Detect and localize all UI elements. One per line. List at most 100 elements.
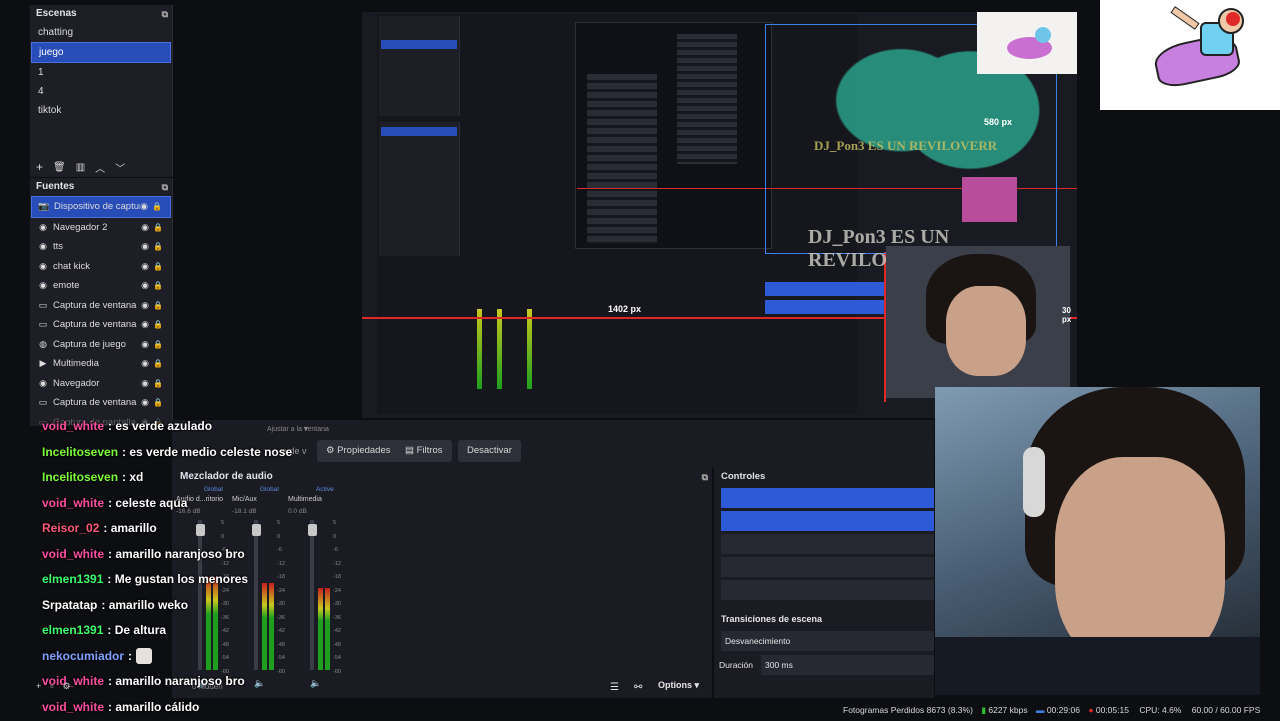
scene-item[interactable]: 1: [31, 63, 171, 82]
add-icon[interactable]: +: [36, 681, 50, 691]
source-item[interactable]: ◉ emote ◉ 🔒: [31, 276, 171, 296]
chat-text: : es verde medio celeste nose: [122, 444, 293, 459]
source-item[interactable]: ▭ Captura de ventana 2 ◉ 🔒: [31, 315, 171, 335]
chat-message: void_white: amarillo cálido: [42, 695, 382, 721]
eye-icon[interactable]: ◉: [141, 280, 149, 291]
chat-message: void_white: amarillo naranjoso bro: [42, 669, 382, 695]
headset: [1023, 447, 1045, 517]
disable-button[interactable]: Desactivar: [458, 440, 521, 462]
lock-icon[interactable]: 🔒: [153, 281, 163, 290]
chat-message: elmen1391: Me gustan los menores: [42, 567, 382, 593]
trash-icon[interactable]: ▫: [50, 681, 62, 691]
source-item[interactable]: 📷 Dispositivo de captur ◉ 🔒: [31, 196, 171, 218]
lock-icon[interactable]: 🔒: [152, 202, 162, 211]
undock-icon[interactable]: ⧉: [162, 5, 168, 23]
eye-icon[interactable]: ◉: [141, 319, 149, 330]
source-label: Navegador: [53, 377, 100, 389]
eye-icon[interactable]: ◉: [141, 300, 149, 311]
source-item[interactable]: ▭ Captura de ventana 3 ◉ 🔒: [31, 296, 171, 316]
source-item[interactable]: ◉ Navegador ◉ 🔒: [31, 374, 171, 394]
source-item[interactable]: ▶ Multimedia ◉ 🔒: [31, 354, 171, 374]
scene-item[interactable]: tiktok: [31, 101, 171, 120]
signal-icon: ▮: [981, 705, 986, 715]
options-button[interactable]: Options ▾: [658, 680, 699, 691]
source-label: tts: [53, 241, 64, 253]
chat-text: : amarillo weko: [101, 597, 189, 612]
transition-select[interactable]: Desvanecimiento: [721, 631, 934, 651]
preview-canvas[interactable]: 1402 px 580 px DJ_Pon3 ES UN REVILOVERR …: [362, 12, 1077, 418]
scene-item[interactable]: juego: [31, 42, 171, 63]
chat-message: void_white: celeste aqua: [42, 491, 382, 517]
lock-icon[interactable]: 🔒: [153, 262, 163, 271]
eye-icon[interactable]: ◉: [141, 222, 149, 233]
lock-icon[interactable]: 🔒: [153, 223, 163, 232]
source-item[interactable]: ◉ tts ◉ 🔒: [31, 237, 171, 257]
eye-icon[interactable]: ◉: [141, 241, 149, 252]
stream-time: 00:29:06: [1046, 705, 1080, 715]
px-label-1: 1402 px: [608, 304, 642, 314]
source-item[interactable]: ◉ Navegador 2 ◉ 🔒: [31, 218, 171, 238]
source-label: Multimedia: [53, 358, 99, 370]
chat-message: void_white: es verde azulado: [42, 414, 382, 440]
transitions-title: Transiciones de escena: [721, 614, 823, 624]
globe-icon: ◉: [39, 241, 47, 252]
lock-icon[interactable]: 🔒: [153, 340, 163, 349]
chat-message: void_white: amarillo naranjoso bro: [42, 542, 382, 568]
link-icon[interactable]: ⚯: [634, 682, 642, 693]
eye-icon[interactable]: ◉: [141, 261, 149, 272]
eye-icon[interactable]: ◉: [140, 201, 148, 212]
virtual-camera-button[interactable]: [721, 534, 934, 554]
globe-icon: ◉: [39, 377, 47, 388]
source-item[interactable]: ◉ chat kick ◉ 🔒: [31, 257, 171, 277]
chat-text: : De altura: [107, 623, 167, 637]
chat-username: Reisor_02: [42, 521, 100, 535]
lock-icon[interactable]: 🔒: [153, 359, 163, 368]
chat-text: : celeste aqua: [108, 495, 188, 510]
px-label-2: 580 px: [984, 117, 1013, 127]
chat-text: :: [128, 648, 133, 663]
studio-mode-button[interactable]: [721, 557, 934, 577]
eye-icon[interactable]: ◉: [141, 378, 149, 389]
chat-username: void_white: [42, 419, 105, 433]
move-down-icon[interactable]: ﹀: [115, 160, 125, 175]
chat-message: Reisor_02: amarillo: [42, 516, 382, 542]
scene-list: chatting juego 1 4 tiktok: [30, 23, 172, 120]
add-scene-icon[interactable]: +: [36, 160, 43, 174]
filters-button[interactable]: ▤ Filtros: [396, 440, 452, 462]
lock-icon[interactable]: 🔒: [153, 379, 163, 388]
options-menu-icon[interactable]: ☰: [610, 682, 619, 693]
sources-title: Fuentes: [36, 181, 75, 192]
eye-icon[interactable]: ◉: [141, 358, 149, 369]
dropped-frames: Fotogramas Perdidos 8673 (8.3%): [843, 705, 973, 715]
duration-input[interactable]: 300 ms: [761, 655, 934, 675]
start-recording-button[interactable]: [721, 511, 934, 531]
chat-message: nekocumiador:: [42, 644, 382, 670]
chat-text: : amarillo naranjoso bro: [108, 674, 245, 688]
scenes-title: Escenas: [36, 8, 77, 19]
lock-icon[interactable]: 🔒: [153, 301, 163, 310]
trash-icon[interactable]: 🗑: [53, 162, 66, 173]
filter-icon[interactable]: ▥: [76, 162, 85, 173]
source-item[interactable]: ◍ Captura de juego ◉ 🔒: [31, 335, 171, 355]
source-item[interactable]: ▭ Captura de ventana ◉ 🔒: [31, 393, 171, 413]
lock-icon[interactable]: 🔒: [153, 320, 163, 329]
chat-username: nekocumiador: [42, 648, 125, 663]
lock-icon[interactable]: 🔒: [153, 398, 163, 407]
sources-dock: Fuentes ⧉ 📷 Dispositivo de captur ◉ 🔒 ◉ Naveg…: [30, 178, 173, 428]
settings-button[interactable]: [721, 580, 934, 600]
undock-icon[interactable]: ⧉: [162, 178, 168, 196]
start-streaming-button[interactable]: [721, 488, 934, 508]
source-label: Captura de ventana: [53, 397, 137, 409]
scene-item[interactable]: chatting: [31, 23, 171, 42]
pink-character-box: [977, 12, 1077, 74]
undock-icon[interactable]: ⧉: [702, 468, 708, 486]
eye-icon[interactable]: ◉: [141, 397, 149, 408]
gear-icon[interactable]: ⚙: [62, 681, 79, 691]
eye-icon[interactable]: ◉: [141, 339, 149, 350]
chat-username: Incelitoseven: [42, 444, 119, 459]
move-up-icon[interactable]: ︿: [95, 160, 105, 175]
scene-item[interactable]: 4: [31, 82, 171, 101]
lock-icon[interactable]: 🔒: [153, 242, 163, 251]
source-label: Dispositivo de captur: [54, 201, 140, 213]
controls-title: Controles: [721, 471, 766, 482]
